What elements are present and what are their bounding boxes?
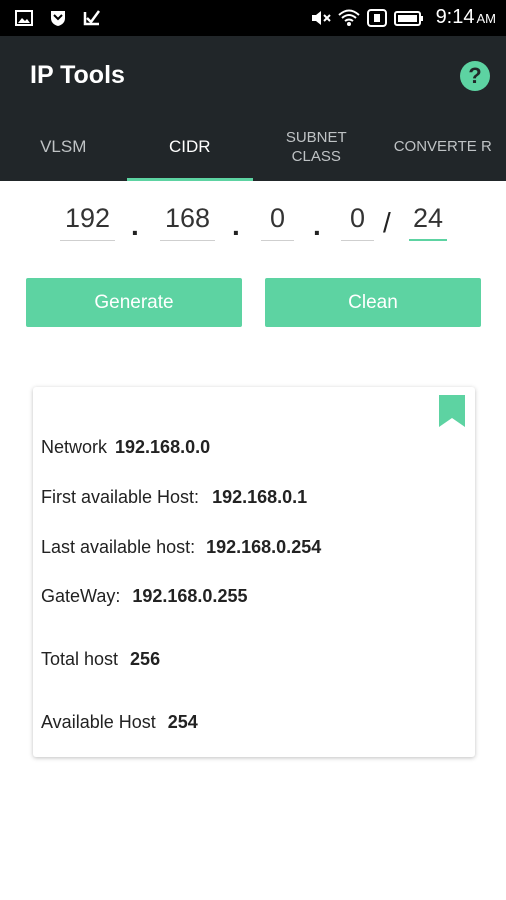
network-label: Network (41, 437, 108, 457)
app-title: IP Tools (30, 61, 125, 89)
status-right: 9:14 AM (310, 6, 496, 29)
bookmark-icon[interactable] (439, 395, 465, 427)
octet-1-input[interactable]: 192 (60, 201, 115, 241)
ip-input-row: 192 . 168 . 0 . 0 / 24 (0, 195, 506, 255)
wifi-icon (337, 8, 360, 28)
checkmark-app-icon (82, 8, 102, 28)
tab-converter[interactable]: CONVERTE R (380, 112, 506, 181)
octet-2-input[interactable]: 168 (160, 201, 215, 241)
shield-icon (48, 8, 68, 28)
status-clock: 9:14 AM (435, 6, 496, 28)
dot-separator: . (313, 210, 321, 241)
notification-icon (366, 8, 387, 28)
app-bar: IP Tools ? VLSM CIDR SUBNET CLASS CONVER… (0, 36, 506, 181)
gateway-label: GateWay: (41, 586, 121, 606)
gateway-value: 192.168.0.255 (132, 586, 248, 606)
total-host-value: 256 (130, 649, 161, 669)
mute-icon (310, 8, 331, 28)
first-host-row: First available Host: 192.168.0.1 (41, 487, 307, 508)
results-card: Network 192.168.0.0 First available Host:… (33, 387, 475, 757)
tab-subnet-class-label: SUBNET CLASS (285, 128, 347, 165)
network-value: 192.168.0.0 (115, 437, 211, 457)
available-host-value: 254 (167, 712, 198, 732)
mask-input[interactable]: 24 (409, 201, 447, 241)
first-host-label: First available Host: (41, 487, 200, 507)
last-host-value: 192.168.0.254 (206, 537, 322, 557)
gallery-icon (14, 8, 34, 28)
status-bar: 9:14 AM (0, 0, 506, 36)
octet-4-input[interactable]: 0 (341, 201, 374, 241)
gateway-row: GateWay: 192.168.0.255 (41, 586, 247, 607)
tab-converter-label: CONVERTE R (393, 138, 492, 155)
tab-cidr[interactable]: CIDR (126, 112, 254, 181)
octet-3-input[interactable]: 0 (261, 201, 294, 241)
battery-icon (393, 8, 424, 28)
tab-vlsm[interactable]: VLSM (0, 112, 127, 181)
last-host-row: Last available host: 192.168.0.254 (41, 537, 321, 558)
dot-separator: . (232, 210, 240, 241)
clean-button[interactable]: Clean (265, 278, 481, 327)
tab-subnet-class[interactable]: SUBNET CLASS (253, 112, 380, 181)
available-host-row: Available Host 254 (41, 712, 198, 733)
network-row: Network 192.168.0.0 (41, 437, 210, 458)
help-icon[interactable]: ? (460, 61, 490, 91)
total-host-label: Total host (41, 649, 119, 669)
status-left (14, 8, 102, 28)
last-host-label: Last available host: (41, 537, 196, 557)
first-host-value: 192.168.0.1 (212, 487, 308, 507)
dot-separator: . (131, 210, 139, 241)
total-host-row: Total host 256 (41, 649, 160, 670)
generate-button[interactable]: Generate (26, 278, 242, 327)
tab-bar: VLSM CIDR SUBNET CLASS CONVERTE R (0, 112, 506, 181)
available-host-label: Available Host (41, 712, 156, 732)
slash-separator: / (383, 207, 391, 238)
